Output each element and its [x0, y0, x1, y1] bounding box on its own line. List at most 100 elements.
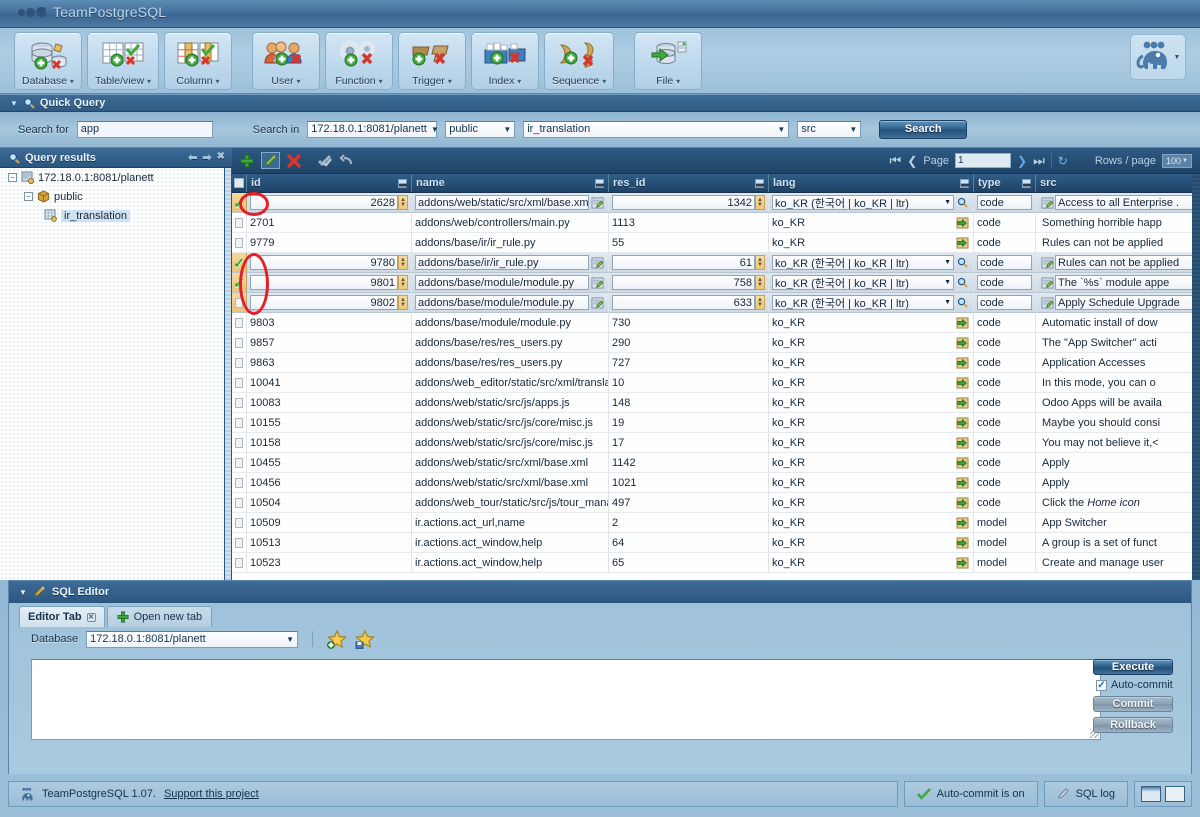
row-checkbox[interactable] [235, 517, 243, 528]
cell-lang[interactable]: ko_KR [769, 373, 974, 393]
goto-row-icon[interactable] [954, 416, 970, 429]
cell-name[interactable]: ir.actions.act_url,name [412, 513, 609, 533]
arrow-left-icon[interactable]: ⬅ [188, 151, 197, 164]
cell-id[interactable]: 10158 [247, 433, 412, 453]
cell-type[interactable]: code [974, 273, 1036, 293]
id-value[interactable]: 9780 [250, 255, 398, 270]
cell-res_id[interactable]: 1021 [609, 473, 769, 493]
arrow-right-icon[interactable]: ➡ [202, 151, 211, 164]
rows-per-page-select[interactable]: 100 ▼ [1162, 153, 1192, 168]
row-select-cell[interactable] [232, 293, 247, 313]
cell-type[interactable]: code [974, 293, 1036, 313]
lang-lookup-icon[interactable] [954, 257, 970, 268]
column-menu-icon[interactable]: ▬ [755, 178, 764, 188]
cell-lang[interactable]: ko_KR [769, 413, 974, 433]
lang-lookup-icon[interactable] [954, 197, 970, 208]
toolbar-button-sequence[interactable]: Sequence ▾ [543, 31, 615, 90]
chevron-down-icon[interactable]: ▼ [944, 259, 951, 266]
cell-id[interactable]: 10523 [247, 553, 412, 573]
toolbar-button-trigger[interactable]: Trigger ▾ [397, 31, 466, 90]
id-value[interactable]: 9802 [250, 295, 398, 310]
cell-res_id[interactable]: 1142 [609, 453, 769, 473]
table-row[interactable]: 10509 ir.actions.act_url,name 2 ko_KR model A… [232, 513, 1200, 533]
table-row[interactable]: 9779 addons/base/ir/ir_rule.py 55 ko_KR code… [232, 233, 1200, 253]
search-button[interactable]: Search [879, 120, 968, 139]
row-select-cell[interactable]: ✓ [232, 273, 247, 293]
row-checkbox[interactable] [235, 477, 243, 488]
commit-check-icon[interactable] [318, 154, 332, 167]
table-row[interactable]: 9857 addons/base/res/res_users.py 290 ko_KR… [232, 333, 1200, 353]
column-header-src[interactable]: src [1036, 174, 1200, 192]
column-menu-icon[interactable]: ▬ [398, 178, 407, 188]
goto-row-icon[interactable] [954, 216, 970, 229]
cell-lang[interactable]: ko_KR [769, 453, 974, 473]
table-row[interactable]: 10155 addons/web/static/src/js/core/misc.… [232, 413, 1200, 433]
select-all-header[interactable] [232, 174, 247, 192]
expander-icon[interactable]: − [8, 173, 17, 182]
search-for-input[interactable]: app [76, 121, 213, 138]
table-row[interactable]: 9863 addons/base/res/res_users.py 727 ko_KR… [232, 353, 1200, 373]
id-value[interactable]: 9801 [250, 275, 398, 290]
row-select-cell[interactable]: ✓ [232, 253, 247, 273]
cell-lang[interactable]: ko_KR [769, 553, 974, 573]
support-link[interactable]: Support this project [164, 788, 259, 800]
cell-type[interactable]: code [974, 333, 1036, 353]
commit-button[interactable]: Commit [1093, 696, 1173, 712]
cell-name[interactable]: addons/web_editor/static/src/xml/transla… [412, 373, 609, 393]
column-select[interactable]: src ▼ [797, 121, 862, 138]
cell-res_id[interactable]: 727 [609, 353, 769, 373]
row-select-cell[interactable] [232, 313, 247, 333]
row-select-cell[interactable] [232, 513, 247, 533]
row-checkbox[interactable] [235, 357, 243, 368]
table-row[interactable]: 10504 addons/web_tour/static/src/js/tour_… [232, 493, 1200, 513]
column-header-id[interactable]: id ▬ [247, 174, 412, 192]
cell-type[interactable]: code [974, 453, 1036, 473]
layout-grid-icon[interactable] [1165, 786, 1185, 802]
table-row[interactable]: 10523 ir.actions.act_window,help 65 ko_KR mo… [232, 553, 1200, 573]
row-checkbox[interactable] [235, 537, 243, 548]
src-value[interactable]: Apply Schedule Upgrade [1055, 295, 1196, 310]
name-value[interactable]: addons/base/module/module.py [415, 275, 589, 290]
row-checkbox[interactable] [235, 337, 243, 348]
goto-row-icon[interactable] [954, 376, 970, 389]
src-value[interactable]: The `%s` module appe [1055, 275, 1196, 290]
triangle-down-icon[interactable]: ▼ [10, 99, 18, 108]
column-header-type[interactable]: type ▬ [974, 174, 1036, 192]
cell-res_id[interactable]: 19 [609, 413, 769, 433]
cell-id[interactable]: 9779 [247, 233, 412, 253]
row-checkbox[interactable] [235, 377, 243, 388]
text-edit-icon[interactable] [589, 256, 605, 269]
cell-id[interactable]: 10509 [247, 513, 412, 533]
cell-name[interactable]: addons/base/res/res_users.py [412, 353, 609, 373]
column-menu-icon[interactable]: ▬ [1022, 178, 1031, 188]
schema-select[interactable]: public ▼ [445, 121, 516, 138]
cell-type[interactable]: code [974, 233, 1036, 253]
row-select-cell[interactable]: ✓ [232, 193, 247, 213]
cell-type[interactable]: model [974, 513, 1036, 533]
cell-res_id[interactable]: 10 [609, 373, 769, 393]
type-value[interactable]: code [977, 195, 1032, 210]
goto-row-icon[interactable] [954, 456, 970, 469]
grid-vertical-scrollbar[interactable] [1192, 174, 1200, 580]
cell-src[interactable]: Rules can not be applied [1036, 253, 1200, 273]
cell-id[interactable]: 9857 [247, 333, 412, 353]
goto-row-icon[interactable] [954, 496, 970, 509]
cell-id[interactable]: 9803 [247, 313, 412, 333]
cell-res_id[interactable]: 1113 [609, 213, 769, 233]
text-edit-icon[interactable] [589, 276, 605, 289]
cell-src[interactable]: Something horrible happ [1036, 213, 1200, 233]
lang-value[interactable]: ko_KR (한국어 | ko_KR | ltr) ▼ [772, 295, 954, 310]
row-checkbox[interactable] [235, 217, 243, 228]
id-value[interactable]: 2628 [250, 195, 398, 210]
cell-id[interactable]: 9802 ▲ ▼ [247, 293, 412, 313]
name-value[interactable]: addons/web/static/src/xml/base.xml [415, 195, 589, 210]
tree-scrollbar[interactable] [225, 168, 232, 580]
last-page-icon[interactable]: ⏭ [1033, 153, 1045, 169]
cell-name[interactable]: addons/web/controllers/main.py [412, 213, 609, 233]
spinner-icon[interactable]: ▲ ▼ [755, 275, 765, 290]
text-edit-icon[interactable] [589, 196, 605, 209]
row-select-cell[interactable] [232, 213, 247, 233]
cell-name[interactable]: addons/base/ir/ir_rule.py [412, 253, 609, 273]
table-row[interactable]: 9802 ▲ ▼ addons/base/module/module.py 633 ▲ ▼ k… [232, 293, 1200, 313]
row-select-cell[interactable] [232, 473, 247, 493]
